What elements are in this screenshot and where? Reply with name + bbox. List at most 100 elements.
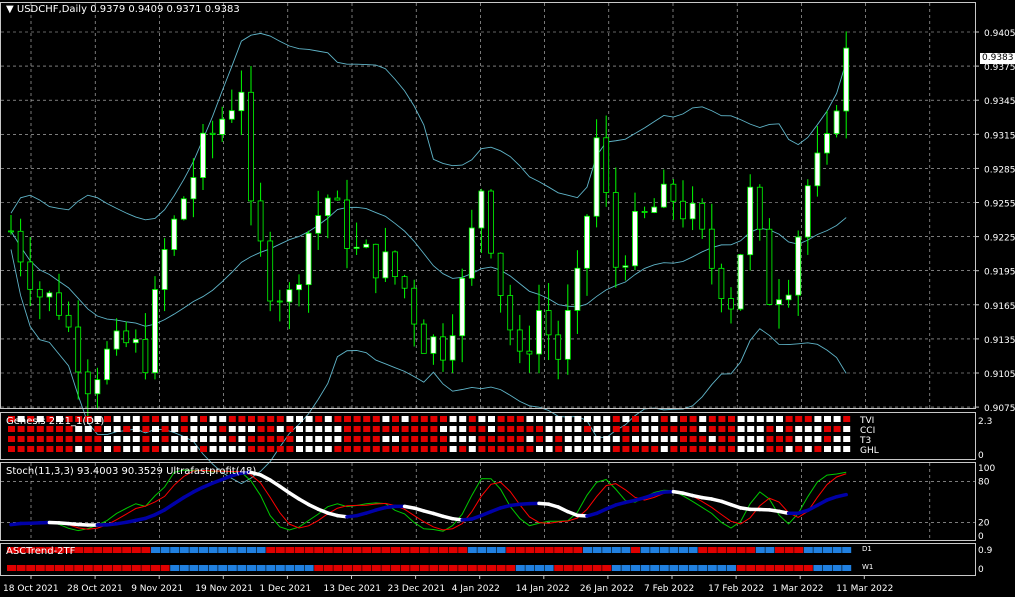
genesis-dot (363, 426, 371, 432)
genesis-dot (718, 436, 726, 442)
bear-candle (680, 200, 686, 220)
time-label: 19 Nov 2021 (195, 584, 253, 594)
asc-d1-dot (813, 547, 823, 553)
collapse-triangle-icon[interactable]: ▼ (6, 4, 14, 15)
time-label: 17 Feb 2022 (708, 584, 764, 594)
genesis-dot (708, 436, 716, 442)
genesis-dot (718, 446, 726, 452)
genesis-dot (804, 416, 812, 422)
price-label: 0.9405 (984, 29, 1015, 39)
genesis-dot (833, 416, 841, 422)
bull-candle (296, 284, 302, 291)
bull-candle (843, 47, 850, 112)
asc-d1-dot (391, 547, 400, 553)
genesis-dot (843, 416, 851, 422)
genesis-dot (680, 426, 687, 432)
genesis-dot (670, 436, 678, 442)
genesis-dot (257, 446, 265, 452)
genesis-row-label: T3 (859, 436, 871, 446)
genesis-dot (56, 446, 63, 452)
genesis-dot (737, 446, 745, 452)
genesis-dot (804, 426, 812, 432)
genesis-dot (267, 436, 275, 442)
asc-w1-dot (323, 565, 333, 571)
genesis-dot (305, 416, 313, 422)
genesis-dot (363, 446, 371, 452)
asc-d1-dot (170, 547, 180, 553)
genesis-dot (718, 416, 726, 422)
genesis-dot (334, 426, 342, 432)
asc-d1-dot (746, 547, 756, 553)
genesis-dot (555, 416, 563, 422)
genesis-dot (276, 416, 284, 422)
genesis-dot (190, 416, 198, 422)
genesis-dot (401, 446, 409, 452)
genesis-dot (27, 446, 35, 452)
price-label: 0.9195 (984, 268, 1015, 278)
genesis-dot (526, 426, 534, 432)
bear-candle (766, 228, 773, 305)
genesis-dot (468, 436, 476, 442)
asc-d1-dot (755, 547, 765, 553)
asc-w1-dot (16, 565, 26, 571)
genesis-dot (584, 436, 591, 442)
asc-d1-dot (544, 547, 554, 553)
time-label: 9 Nov 2021 (131, 584, 183, 594)
asc-d1-dot (717, 547, 727, 553)
bull-candle (776, 299, 782, 305)
genesis-dot (113, 416, 121, 422)
bull-candle (200, 132, 206, 178)
asc-d1-dot (199, 547, 208, 553)
bear-candle (555, 334, 562, 360)
asc-w1-dot (659, 565, 669, 571)
asc-d1-dot (112, 547, 122, 553)
bear-candle (603, 137, 610, 193)
asc-row-label: W1 (862, 563, 873, 571)
bull-candle (632, 211, 638, 267)
genesis-dot (353, 426, 361, 432)
genesis-dot (632, 446, 639, 452)
genesis-dot (516, 426, 524, 432)
genesis-dot (209, 436, 217, 442)
asc-d1-dot (823, 547, 832, 553)
genesis-dot (382, 426, 390, 432)
asc-d1-dot (506, 547, 516, 553)
asc-d1-dot (160, 547, 170, 553)
bear-candle (718, 267, 725, 299)
genesis-dot (142, 436, 150, 442)
bull-candle (161, 249, 168, 290)
bull-candle (104, 348, 110, 381)
asc-w1-dot (496, 565, 506, 571)
genesis-dot (632, 436, 639, 442)
bull-candle (622, 265, 629, 268)
genesis-dot (612, 426, 620, 432)
genesis-dot (536, 426, 543, 432)
genesis-dot (833, 426, 841, 432)
genesis-scale-label: 0 (978, 451, 984, 461)
price-chart[interactable]: 0.94050.93750.93450.93150.92850.92550.92… (0, 0, 1015, 597)
genesis-dot (497, 426, 505, 432)
genesis-dot (440, 426, 447, 432)
bull-candle (324, 197, 331, 217)
genesis-dot (200, 416, 207, 422)
bull-candle (651, 206, 658, 213)
asc-d1-dot (784, 547, 794, 553)
symbol-label: USDCHF,Daily (16, 4, 87, 15)
genesis-dot (315, 416, 323, 422)
asc-w1-dot (170, 565, 180, 571)
genesis-dot (353, 446, 361, 452)
genesis-dot (276, 436, 284, 442)
bear-candle (612, 192, 619, 268)
genesis-dot (708, 426, 716, 432)
genesis-dot (728, 426, 735, 432)
genesis-dot (161, 426, 169, 432)
asc-w1-dot (640, 565, 650, 571)
genesis-dot (632, 426, 639, 432)
asc-w1-dot (419, 565, 429, 571)
genesis-dot (824, 436, 831, 442)
genesis-dot (833, 436, 841, 442)
time-label: 26 Jan 2022 (580, 584, 634, 594)
asc-d1-dot (189, 547, 199, 553)
bull-candle (113, 330, 120, 350)
genesis-dot (766, 426, 774, 432)
